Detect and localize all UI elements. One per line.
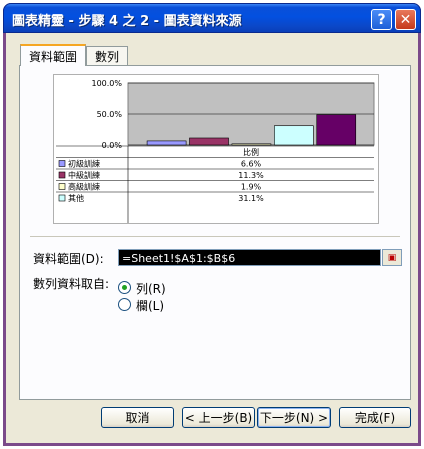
legend-label: 初級訓練 <box>68 159 100 169</box>
bar <box>316 114 357 146</box>
legend-key <box>58 171 66 179</box>
data-range-input[interactable]: =Sheet1!$A$1:$B$6 <box>118 249 381 266</box>
y-tick-label: 100.0% <box>91 79 122 88</box>
separator <box>30 236 400 237</box>
tab-series[interactable]: 數列 <box>86 46 129 66</box>
window-title: 圖表精靈 - 步驟 4 之 2 - 圖表資料來源 <box>12 14 242 29</box>
legend-key <box>58 183 66 190</box>
title-bar[interactable]: 圖表精靈 - 步驟 4 之 2 - 圖表資料來源 ? ✕ <box>3 3 421 33</box>
close-button[interactable]: ✕ <box>395 9 416 30</box>
collapse-dialog-icon[interactable]: ▣ <box>382 249 402 266</box>
y-tick-label: 0.0% <box>102 141 123 150</box>
tab-data-range[interactable]: 資料範圍 <box>20 44 87 66</box>
data-label: 11.3% <box>238 171 264 180</box>
data-label: 6.6% <box>241 160 262 169</box>
table-header: 比例 <box>243 147 259 157</box>
legend-label: 其他 <box>68 193 84 203</box>
radio-columns[interactable] <box>118 298 131 311</box>
radio-rows[interactable] <box>118 281 131 294</box>
chart-wizard-dialog: 圖表精靈 - 步驟 4 之 2 - 圖表資料來源 ? ✕ 資料範圍 數列 100… <box>3 3 421 446</box>
next-button[interactable]: 下一步(N) > <box>257 407 331 428</box>
back-button[interactable]: < 上一步(B) <box>182 407 255 428</box>
y-tick-label: 50.0% <box>97 110 123 119</box>
legend-key <box>58 160 66 167</box>
chart-preview: 100.0% 50.0% 0.0% 比例初級訓練 6.6% 中級訓練 11.3% 高級訓練 1.… <box>53 74 379 224</box>
bar <box>189 137 229 146</box>
data-label: 1.9% <box>241 183 262 192</box>
help-button[interactable]: ? <box>371 9 392 30</box>
radio-rows-label[interactable]: 列(R) <box>136 280 166 297</box>
data-range-label: 資料範圍(D): <box>33 252 104 266</box>
bar <box>274 125 314 146</box>
legend-label: 高級訓練 <box>68 182 100 192</box>
cancel-button[interactable]: 取消 <box>101 407 174 428</box>
chart-svg: 100.0% 50.0% 0.0% 比例初級訓練 6.6% 中級訓練 11.3% 高級訓練 1.… <box>56 79 375 223</box>
series-in-label: 數列資料取自: <box>33 277 110 291</box>
legend-label: 中級訓練 <box>68 170 100 180</box>
data-label: 31.1% <box>238 194 264 203</box>
legend-key <box>58 194 66 202</box>
bar <box>146 140 187 146</box>
tab-panel: 100.0% 50.0% 0.0% 比例初級訓練 6.6% 中級訓練 11.3% 高級訓練 1.… <box>19 65 411 400</box>
radio-columns-label[interactable]: 欄(L) <box>136 297 164 314</box>
bar <box>231 143 272 146</box>
finish-button[interactable]: 完成(F) <box>339 407 411 428</box>
